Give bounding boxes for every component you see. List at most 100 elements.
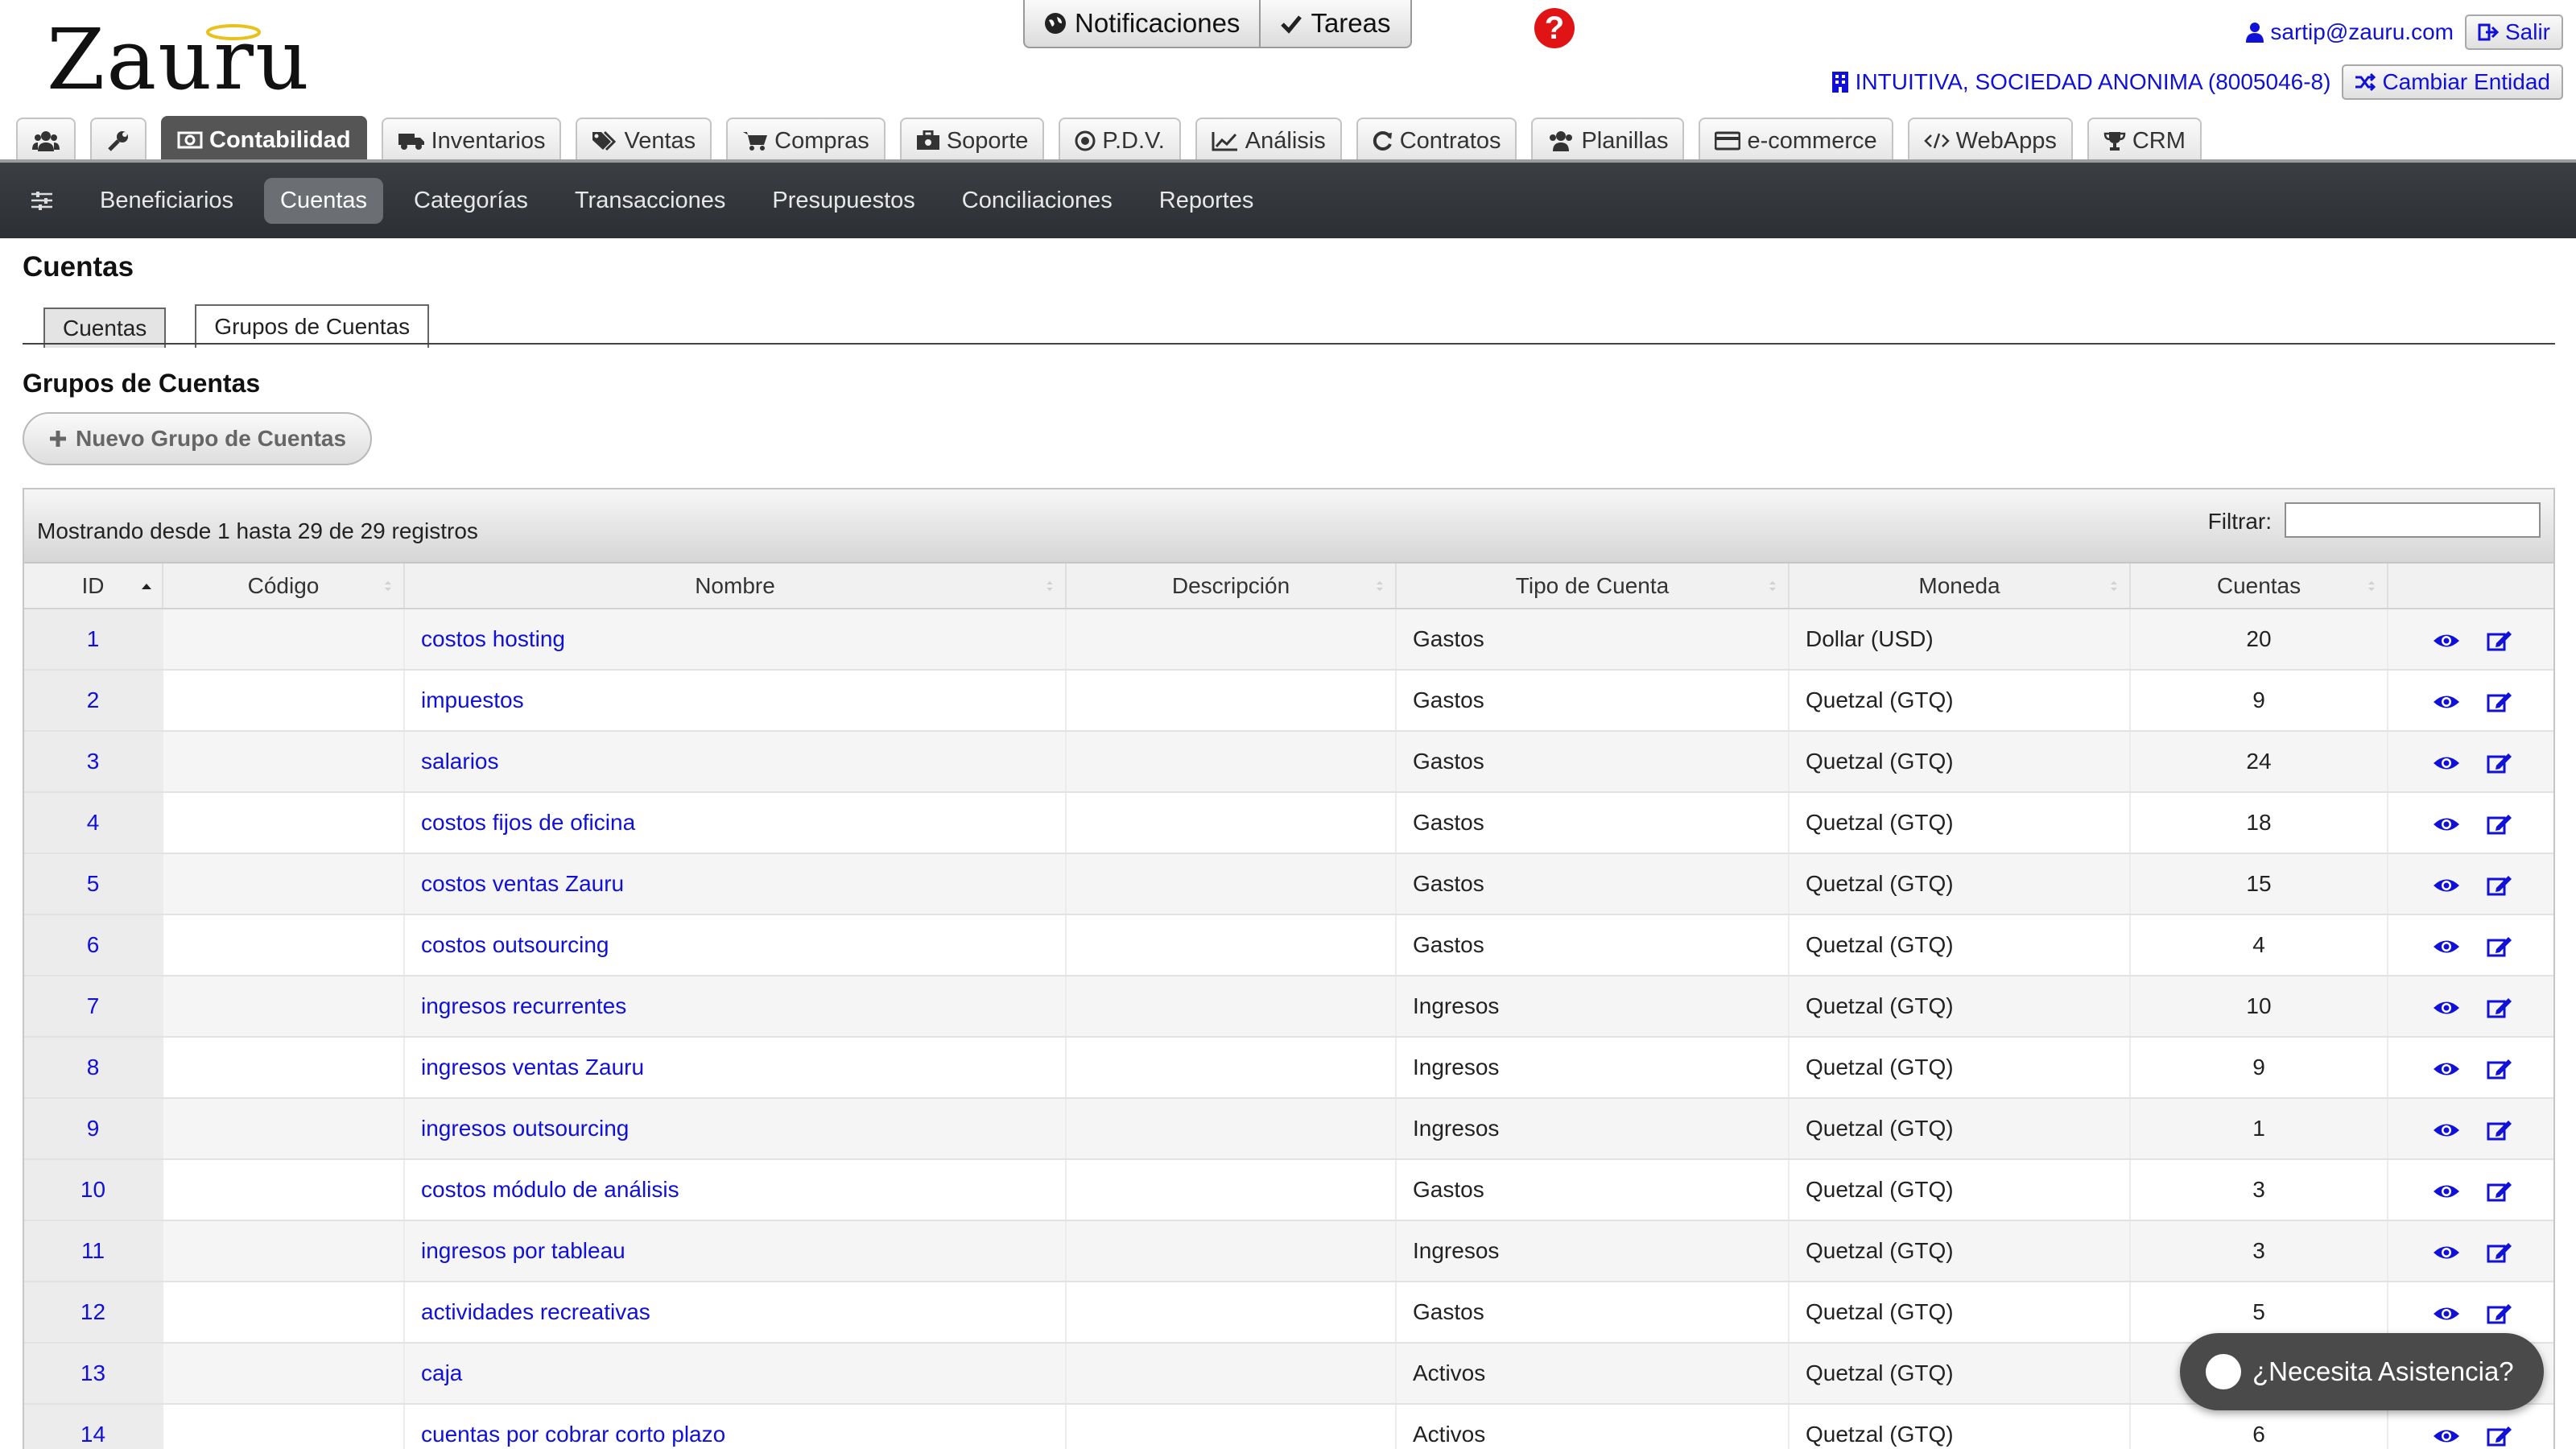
- cell-moneda: Quetzal (GTQ): [1789, 792, 2131, 854]
- cell-nombre[interactable]: caja: [404, 1343, 1067, 1405]
- subnav-beneficiarios[interactable]: Beneficiarios: [84, 178, 250, 224]
- edit-button[interactable]: [2472, 687, 2524, 712]
- tab-contratos[interactable]: Contratos: [1356, 118, 1517, 163]
- header-id[interactable]: ID: [24, 564, 163, 609]
- tab-cuentas[interactable]: Cuentas: [43, 308, 167, 348]
- edit-button[interactable]: [2472, 1177, 2524, 1202]
- tab-analisis[interactable]: Análisis: [1195, 118, 1342, 163]
- view-button[interactable]: [2421, 1177, 2472, 1202]
- view-button[interactable]: [2421, 1422, 2472, 1447]
- cell-id[interactable]: 4: [24, 792, 163, 854]
- sliders-icon[interactable]: [0, 190, 84, 211]
- tab-compras[interactable]: Compras: [726, 118, 886, 163]
- view-button[interactable]: [2421, 871, 2472, 896]
- edit-icon: [2487, 936, 2512, 957]
- subnav-categorias[interactable]: Categorías: [398, 178, 544, 224]
- cell-moneda: Quetzal (GTQ): [1789, 1404, 2131, 1449]
- entity-link[interactable]: INTUITIVA, SOCIEDAD ANONIMA (8005046-8): [1831, 69, 2330, 95]
- subnav-reportes[interactable]: Reportes: [1143, 178, 1270, 224]
- edit-button[interactable]: [2472, 1116, 2524, 1141]
- edit-button[interactable]: [2472, 1299, 2524, 1324]
- user-email-link[interactable]: sartip@zauru.com: [2246, 19, 2454, 45]
- header-cuentas[interactable]: Cuentas: [2130, 564, 2388, 609]
- tab-settings[interactable]: [90, 118, 147, 163]
- tab-webapps[interactable]: WebApps: [1907, 118, 2073, 163]
- cell-id[interactable]: 8: [24, 1037, 163, 1099]
- edit-button[interactable]: [2472, 932, 2524, 957]
- cell-nombre[interactable]: salarios: [404, 731, 1067, 793]
- view-button[interactable]: [2421, 749, 2472, 774]
- cell-nombre[interactable]: costos módulo de análisis: [404, 1159, 1067, 1221]
- tab-contabilidad[interactable]: Contabilidad: [161, 116, 367, 163]
- tab-inventarios[interactable]: Inventarios: [381, 118, 562, 163]
- cell-id[interactable]: 6: [24, 914, 163, 976]
- tab-ecommerce[interactable]: e-commerce: [1699, 118, 1893, 163]
- tab-pdv[interactable]: P.D.V.: [1059, 118, 1181, 163]
- cell-id[interactable]: 14: [24, 1404, 163, 1449]
- view-button[interactable]: [2421, 993, 2472, 1018]
- edit-button[interactable]: [2472, 1422, 2524, 1447]
- header-codigo[interactable]: Código: [163, 564, 405, 609]
- new-account-group-button[interactable]: Nuevo Grupo de Cuentas: [23, 412, 373, 465]
- cell-nombre[interactable]: impuestos: [404, 670, 1067, 732]
- cell-id[interactable]: 2: [24, 670, 163, 732]
- table-row: 5 costos ventas Zauru Gastos Quetzal (GTQ) 1…: [24, 853, 2553, 915]
- view-button[interactable]: [2421, 1055, 2472, 1080]
- zauru-logo[interactable]: Zauru: [47, 14, 309, 103]
- cell-id[interactable]: 9: [24, 1098, 163, 1160]
- tab-users[interactable]: [16, 118, 76, 163]
- cell-nombre[interactable]: costos fijos de oficina: [404, 792, 1067, 854]
- filter-input[interactable]: [2285, 502, 2541, 538]
- header-descripcion[interactable]: Descripción: [1066, 564, 1397, 609]
- edit-button[interactable]: [2472, 810, 2524, 835]
- view-button[interactable]: [2421, 932, 2472, 957]
- cell-nombre[interactable]: costos hosting: [404, 609, 1067, 671]
- cell-nombre[interactable]: ingresos recurrentes: [404, 976, 1067, 1038]
- cell-id[interactable]: 11: [24, 1220, 163, 1282]
- view-button[interactable]: [2421, 1238, 2472, 1263]
- edit-button[interactable]: [2472, 871, 2524, 896]
- subnav-presupuestos[interactable]: Presupuestos: [756, 178, 931, 224]
- cell-nombre[interactable]: cuentas por cobrar corto plazo: [404, 1404, 1067, 1449]
- view-button[interactable]: [2421, 810, 2472, 835]
- chat-assistance-button[interactable]: ¿Necesita Asistencia?: [2180, 1333, 2544, 1410]
- tab-crm[interactable]: CRM: [2087, 118, 2202, 163]
- edit-button[interactable]: [2472, 993, 2524, 1018]
- tab-ventas[interactable]: Ventas: [576, 118, 712, 163]
- help-icon[interactable]: ?: [1534, 8, 1575, 48]
- cell-id[interactable]: 7: [24, 976, 163, 1038]
- cell-id[interactable]: 3: [24, 731, 163, 793]
- header-tipo-de-cuenta[interactable]: Tipo de Cuenta: [1396, 564, 1790, 609]
- header-nombre[interactable]: Nombre: [404, 564, 1067, 609]
- cell-nombre[interactable]: ingresos ventas Zauru: [404, 1037, 1067, 1099]
- tasks-button[interactable]: Tareas: [1259, 0, 1410, 47]
- cell-nombre[interactable]: actividades recreativas: [404, 1282, 1067, 1344]
- cell-id[interactable]: 10: [24, 1159, 163, 1221]
- cell-nombre[interactable]: ingresos por tableau: [404, 1220, 1067, 1282]
- logout-button[interactable]: Salir: [2464, 14, 2563, 50]
- tab-planillas[interactable]: Planillas: [1531, 118, 1685, 163]
- edit-button[interactable]: [2472, 1238, 2524, 1263]
- view-button[interactable]: [2421, 1116, 2472, 1141]
- cell-id[interactable]: 13: [24, 1343, 163, 1405]
- cell-id[interactable]: 12: [24, 1282, 163, 1344]
- view-button[interactable]: [2421, 687, 2472, 712]
- header-moneda[interactable]: Moneda: [1789, 564, 2131, 609]
- subnav-cuentas[interactable]: Cuentas: [264, 177, 384, 224]
- notifications-button[interactable]: Notificaciones: [1025, 0, 1259, 47]
- cell-id[interactable]: 5: [24, 853, 163, 915]
- cell-nombre[interactable]: costos ventas Zauru: [404, 853, 1067, 915]
- edit-button[interactable]: [2472, 749, 2524, 774]
- subnav-transacciones[interactable]: Transacciones: [559, 178, 742, 224]
- subnav-conciliaciones[interactable]: Conciliaciones: [946, 178, 1129, 224]
- edit-button[interactable]: [2472, 626, 2524, 651]
- view-button[interactable]: [2421, 1299, 2472, 1324]
- cell-nombre[interactable]: ingresos outsourcing: [404, 1098, 1067, 1160]
- cell-nombre[interactable]: costos outsourcing: [404, 914, 1067, 976]
- tab-soporte[interactable]: Soporte: [899, 118, 1045, 163]
- edit-button[interactable]: [2472, 1055, 2524, 1080]
- tab-grupos-de-cuentas[interactable]: Grupos de Cuentas: [195, 304, 430, 348]
- cell-id[interactable]: 1: [24, 609, 163, 671]
- view-button[interactable]: [2421, 626, 2472, 651]
- change-entity-button[interactable]: Cambiar Entidad: [2342, 64, 2563, 100]
